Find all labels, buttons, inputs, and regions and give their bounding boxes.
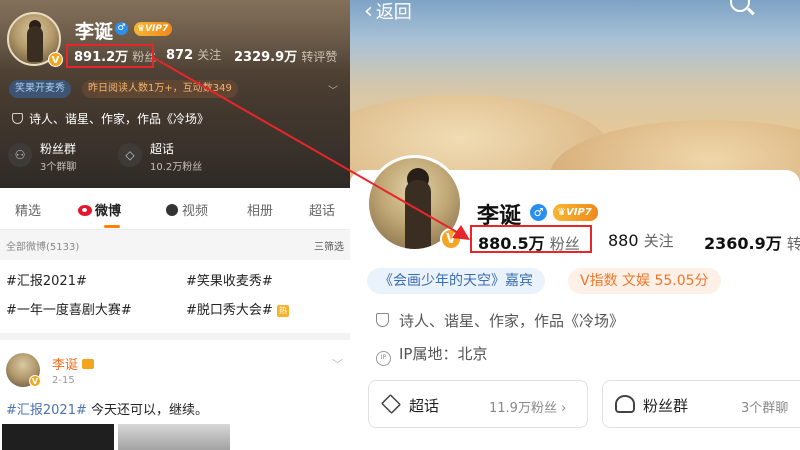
following-stat[interactable]: 880 关注	[608, 230, 674, 251]
likes-stat[interactable]: 2360.9万 转	[704, 230, 800, 254]
super-topic-sub: 10.2万粉丝	[150, 162, 203, 173]
avatar-figure-body	[405, 180, 431, 249]
following-value: 872	[166, 48, 194, 63]
back-label: 返回	[375, 2, 412, 23]
chevron-left-icon: ‹	[364, 0, 373, 24]
topic-list: #汇报2021# #笑果收麦秀# #一年一度喜剧大赛# #脱口秀大会# 热	[0, 262, 350, 330]
likes-label: 转评赞	[301, 50, 338, 64]
following-label: 关注	[643, 232, 674, 250]
shield-icon	[376, 313, 389, 327]
tab-album[interactable]: 相册	[247, 200, 273, 219]
likes-value: 2360.9万	[704, 234, 782, 253]
gender-male-icon: ♂	[530, 204, 547, 221]
topic-item[interactable]: #脱口秀大会# 热	[186, 299, 289, 318]
highlight-box-left	[66, 44, 154, 68]
post-author[interactable]: 李诞	[52, 354, 95, 373]
topic-item-label: #脱口秀大会#	[186, 303, 273, 318]
super-topic-title: 超话	[150, 142, 175, 156]
post-image[interactable]	[2, 424, 114, 450]
tab-weibo-label: 微博	[95, 204, 122, 219]
bio: 诗人、谐星、作家，作品《冷场》	[376, 310, 624, 331]
shield-icon	[12, 113, 23, 124]
profile-name: 李诞	[75, 21, 114, 43]
comparison-screenshot: V 李诞 ♂ ♛VIP7 891.2万 粉丝 872 关注 2329.9万 转评…	[0, 0, 800, 450]
super-topic-card[interactable]: ◇ 超话 10.2万粉丝	[118, 137, 228, 177]
topic-item[interactable]: #笑果收麦秀#	[186, 270, 273, 289]
ip-icon: IP	[376, 351, 391, 366]
video-icon	[166, 204, 178, 216]
chevron-down-icon[interactable]: ﹀	[328, 82, 338, 97]
people-icon	[615, 395, 635, 413]
tab-super-topic[interactable]: 超话	[309, 200, 335, 219]
following-value: 880	[608, 231, 639, 250]
highlight-box-right	[470, 225, 592, 253]
show-tag[interactable]: 笑果开麦秀	[9, 80, 71, 98]
super-topic-title: 超话	[409, 397, 440, 415]
fan-group-title: 粉丝群	[643, 397, 689, 415]
search-icon[interactable]	[730, 0, 750, 12]
following-label: 关注	[197, 48, 222, 62]
tab-video[interactable]: 视频	[166, 200, 208, 219]
all-weibo-count: 全部微博(5133)	[6, 242, 80, 253]
active-tab-indicator	[104, 225, 120, 228]
weibo-icon	[78, 205, 92, 216]
post-text: #汇报2021# 今天还可以，继续。	[6, 399, 208, 418]
tab-video-label: 视频	[182, 204, 209, 219]
post-hashtag[interactable]: #汇报2021#	[6, 403, 87, 418]
crown-icon	[82, 359, 95, 369]
reading-stats-tag[interactable]: 昨日阅读人数1万+，互动数349	[82, 80, 238, 98]
topic-item[interactable]: #一年一度喜剧大赛#	[6, 299, 132, 318]
v-index-tag[interactable]: V指数 文娱 55.05分	[568, 268, 721, 294]
right-profile-panel: ‹ 返回 V 李诞 ♂ ♛VIP7 880.5万 粉丝 880 关注 2360.9…	[350, 0, 800, 450]
gender-male-icon: ♂	[115, 22, 128, 35]
bio: 诗人、谐星、作家，作品《冷场》	[12, 110, 209, 127]
diamond-icon	[380, 393, 402, 415]
ip-location: IP IP属地：北京	[376, 343, 487, 366]
left-profile-panel: V 李诞 ♂ ♛VIP7 891.2万 粉丝 872 关注 2329.9万 转评…	[0, 0, 350, 450]
ip-location-text: IP属地：北京	[399, 345, 488, 363]
avatar-figure-body	[27, 26, 43, 62]
verified-v-icon: V	[48, 52, 63, 67]
people-icon: ⚇	[8, 143, 32, 167]
crown-icon: ♛	[137, 24, 146, 34]
super-topic-sub: 11.9万粉丝 ›	[489, 401, 567, 416]
post-menu-chevron-icon[interactable]: ﹀	[332, 356, 343, 372]
section-divider	[0, 333, 350, 340]
likes-value: 2329.9万	[234, 50, 298, 65]
vip-label: VIP7	[145, 24, 169, 34]
left-profile-header: V 李诞 ♂ ♛VIP7 891.2万 粉丝 872 关注 2329.9万 转评…	[0, 0, 350, 188]
post-body: 今天还可以，继续。	[86, 403, 209, 418]
topic-item[interactable]: #汇报2021#	[6, 270, 87, 289]
post-image[interactable]	[118, 424, 230, 450]
post-author-name: 李诞	[52, 358, 79, 373]
tab-weibo[interactable]: 微博	[78, 200, 121, 219]
vip-badge: ♛VIP7	[134, 22, 173, 36]
fan-group-card[interactable]: ⚇ 粉丝群 3个群聊	[8, 137, 108, 177]
likes-label: 转	[786, 235, 800, 253]
super-topic-card[interactable]: 超话 11.9万粉丝 ›	[368, 380, 588, 428]
back-button[interactable]: ‹ 返回	[364, 0, 412, 24]
filter-button[interactable]: 三筛选	[314, 238, 344, 253]
fan-group-sub: 3个群聊	[40, 162, 77, 173]
following-stat[interactable]: 872 关注	[166, 46, 221, 63]
post-date: 2-15	[52, 375, 75, 386]
vip-badge: ♛VIP7	[553, 204, 598, 221]
hot-badge-icon: 热	[276, 305, 289, 317]
profile-tabs: 精选 微博 视频 相册 超话	[0, 188, 350, 230]
post-verified-v-icon: V	[29, 375, 41, 387]
bio-text: 诗人、谐星、作家，作品《冷场》	[29, 112, 210, 126]
fan-group-title: 粉丝群	[40, 142, 77, 156]
verified-v-icon: V	[440, 228, 462, 250]
fan-group-sub: 3个群聊	[741, 401, 789, 416]
all-weibo-bar: 全部微博(5133) 三筛选	[0, 230, 350, 260]
vip-label: VIP7	[565, 207, 592, 218]
tab-featured[interactable]: 精选	[15, 200, 41, 219]
crown-icon: ♛	[557, 207, 566, 218]
fan-group-card[interactable]: 粉丝群 3个群聊	[602, 380, 800, 428]
bio-text: 诗人、谐星、作家，作品《冷场》	[399, 312, 625, 330]
likes-stat[interactable]: 2329.9万 转评赞	[234, 46, 337, 65]
guest-show-tag[interactable]: 《会画少年的天空》嘉宾	[367, 268, 545, 294]
diamond-icon: ◇	[118, 143, 142, 167]
